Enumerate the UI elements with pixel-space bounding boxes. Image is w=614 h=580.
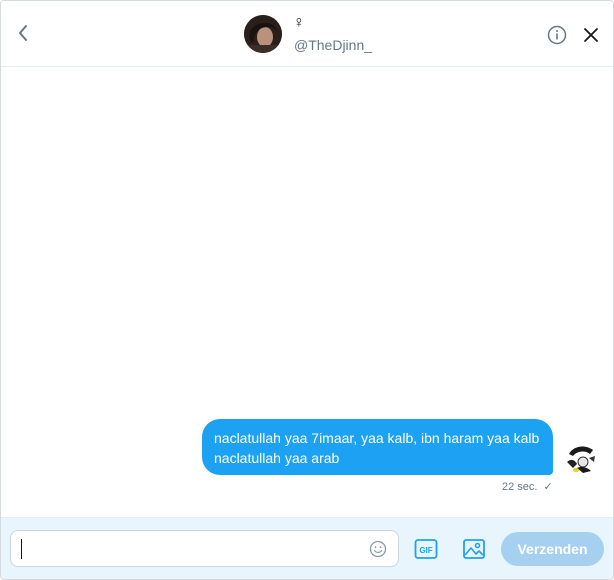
smiley-icon [369,540,387,558]
text-cursor [21,539,22,559]
message-input[interactable] [10,530,399,567]
gif-button[interactable]: GIF [414,538,438,560]
avatar[interactable] [244,15,282,53]
message-bubble[interactable]: naclatullah yaa 7imaar, yaa kalb, ibn ha… [202,419,553,475]
send-button[interactable]: Verzenden [501,532,604,566]
gif-icon: GIF [414,539,438,559]
sender-avatar[interactable] [563,440,599,476]
image-icon [463,539,485,559]
contact-name[interactable]: ♀ [293,14,305,32]
message-line: naclatullah yaa arab [214,450,340,466]
message-timestamp: 22 sec. [502,481,538,493]
message-line: naclatullah yaa 7imaar, yaa kalb, ibn ha… [214,430,540,446]
emoji-button[interactable] [368,539,388,559]
avatar-image [244,15,282,53]
sender-avatar-image [563,440,599,476]
media-button[interactable] [462,537,486,561]
info-button[interactable] [546,24,568,46]
contact-handle[interactable]: @TheDjinn_ [294,36,372,54]
close-button[interactable] [581,25,601,45]
composer-bar: GIF Verzenden [1,517,613,579]
chevron-left-icon [19,25,27,41]
close-icon [584,28,598,42]
dm-window: ♀ @TheDjinn_ naclatullah yaa 7imaar, yaa… [0,0,614,580]
message-meta: 22 sec. ✓ [502,480,553,494]
conversation-header: ♀ @TheDjinn_ [1,1,613,67]
read-check-icon: ✓ [543,481,553,493]
message-list[interactable]: naclatullah yaa 7imaar, yaa kalb, ibn ha… [1,68,613,516]
back-button[interactable] [11,21,35,45]
info-icon [547,25,567,45]
svg-text:GIF: GIF [419,546,432,555]
